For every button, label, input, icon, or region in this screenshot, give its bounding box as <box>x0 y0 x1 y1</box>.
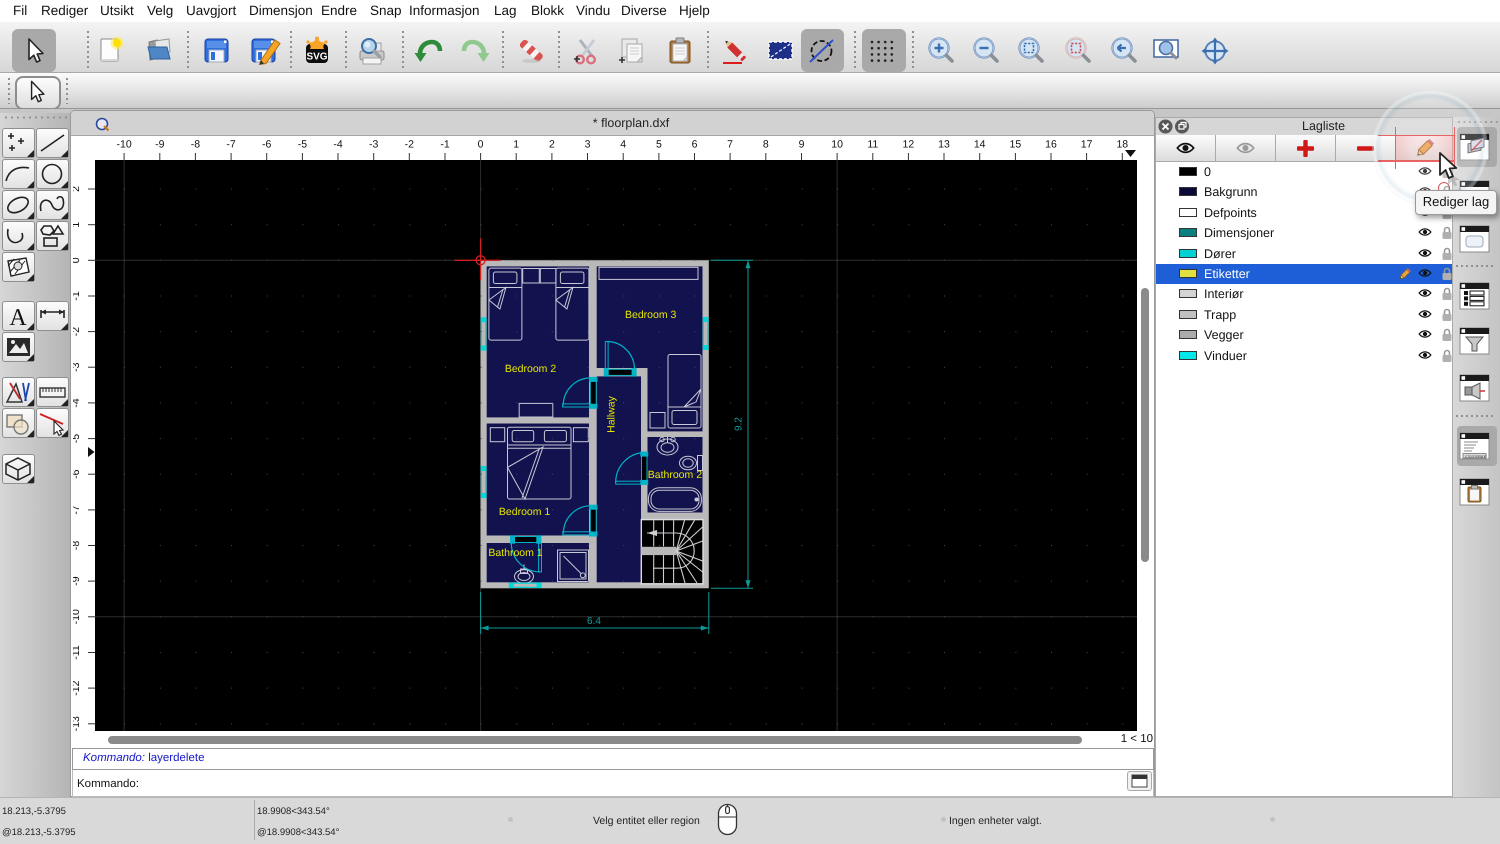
svg-text:1: 1 <box>513 139 519 151</box>
svg-text:-4: -4 <box>73 398 82 407</box>
svg-text:8: 8 <box>763 139 769 151</box>
svg-text:13: 13 <box>938 139 950 151</box>
svg-text:5: 5 <box>656 139 662 151</box>
svg-text:15: 15 <box>1010 139 1022 151</box>
svg-text:-1: -1 <box>440 139 449 151</box>
svg-text:7: 7 <box>727 139 733 151</box>
svg-text:A: A <box>9 305 27 331</box>
svg-text:18: 18 <box>1116 139 1128 151</box>
svg-text:c:\command: c:\command <box>1465 453 1487 458</box>
svg-text:12: 12 <box>903 139 915 151</box>
svg-text:0: 0 <box>478 139 484 151</box>
svg-text:Bathroom 1: Bathroom 1 <box>488 547 542 559</box>
svg-text:-3: -3 <box>73 362 82 371</box>
svg-text:Bedroom 1: Bedroom 1 <box>499 506 551 518</box>
svg-text:-4: -4 <box>333 139 342 151</box>
svg-text:-7: -7 <box>226 139 235 151</box>
svg-text:-8: -8 <box>191 139 200 151</box>
svg-text:-5: -5 <box>73 434 82 443</box>
svg-text:-13: -13 <box>73 716 82 731</box>
svg-text:-3: -3 <box>369 139 378 151</box>
svg-text:3: 3 <box>585 139 591 151</box>
svg-text:2: 2 <box>549 139 555 151</box>
svg-text:-10: -10 <box>73 609 82 624</box>
svg-text:-6: -6 <box>262 139 271 151</box>
svg-text:16: 16 <box>1045 139 1057 151</box>
svg-text:-6: -6 <box>73 469 82 478</box>
svg-text:-2: -2 <box>405 139 414 151</box>
svg-text:14: 14 <box>974 139 986 151</box>
svg-text:Hallway: Hallway <box>606 395 618 433</box>
svg-text:17: 17 <box>1081 139 1093 151</box>
svg-text:SVG: SVG <box>306 52 327 63</box>
svg-text:4: 4 <box>620 139 626 151</box>
svg-text:-5: -5 <box>298 139 307 151</box>
svg-text:1: 1 <box>73 222 82 228</box>
svg-text:-9: -9 <box>155 139 164 151</box>
svg-text:11: 11 <box>867 139 878 151</box>
svg-text:Bedroom 3: Bedroom 3 <box>625 309 677 321</box>
svg-text:-1: -1 <box>73 291 82 300</box>
svg-text:10: 10 <box>831 139 843 151</box>
svg-text:2: 2 <box>73 186 82 192</box>
svg-text:-12: -12 <box>73 680 82 695</box>
svg-text:9.2: 9.2 <box>734 417 745 431</box>
svg-text:-7: -7 <box>73 505 82 514</box>
svg-text:Bedroom 2: Bedroom 2 <box>505 363 557 375</box>
svg-text:0: 0 <box>73 257 82 263</box>
svg-text:6.4: 6.4 <box>587 616 601 627</box>
svg-text:Bathroom 2: Bathroom 2 <box>648 469 702 481</box>
svg-text:-8: -8 <box>73 541 82 550</box>
svg-text:-10: -10 <box>117 139 132 151</box>
svg-text:-2: -2 <box>73 327 82 336</box>
svg-text:-9: -9 <box>73 576 82 585</box>
svg-text:-11: -11 <box>73 645 82 660</box>
svg-text:9: 9 <box>799 139 805 151</box>
svg-text:6: 6 <box>692 139 698 151</box>
